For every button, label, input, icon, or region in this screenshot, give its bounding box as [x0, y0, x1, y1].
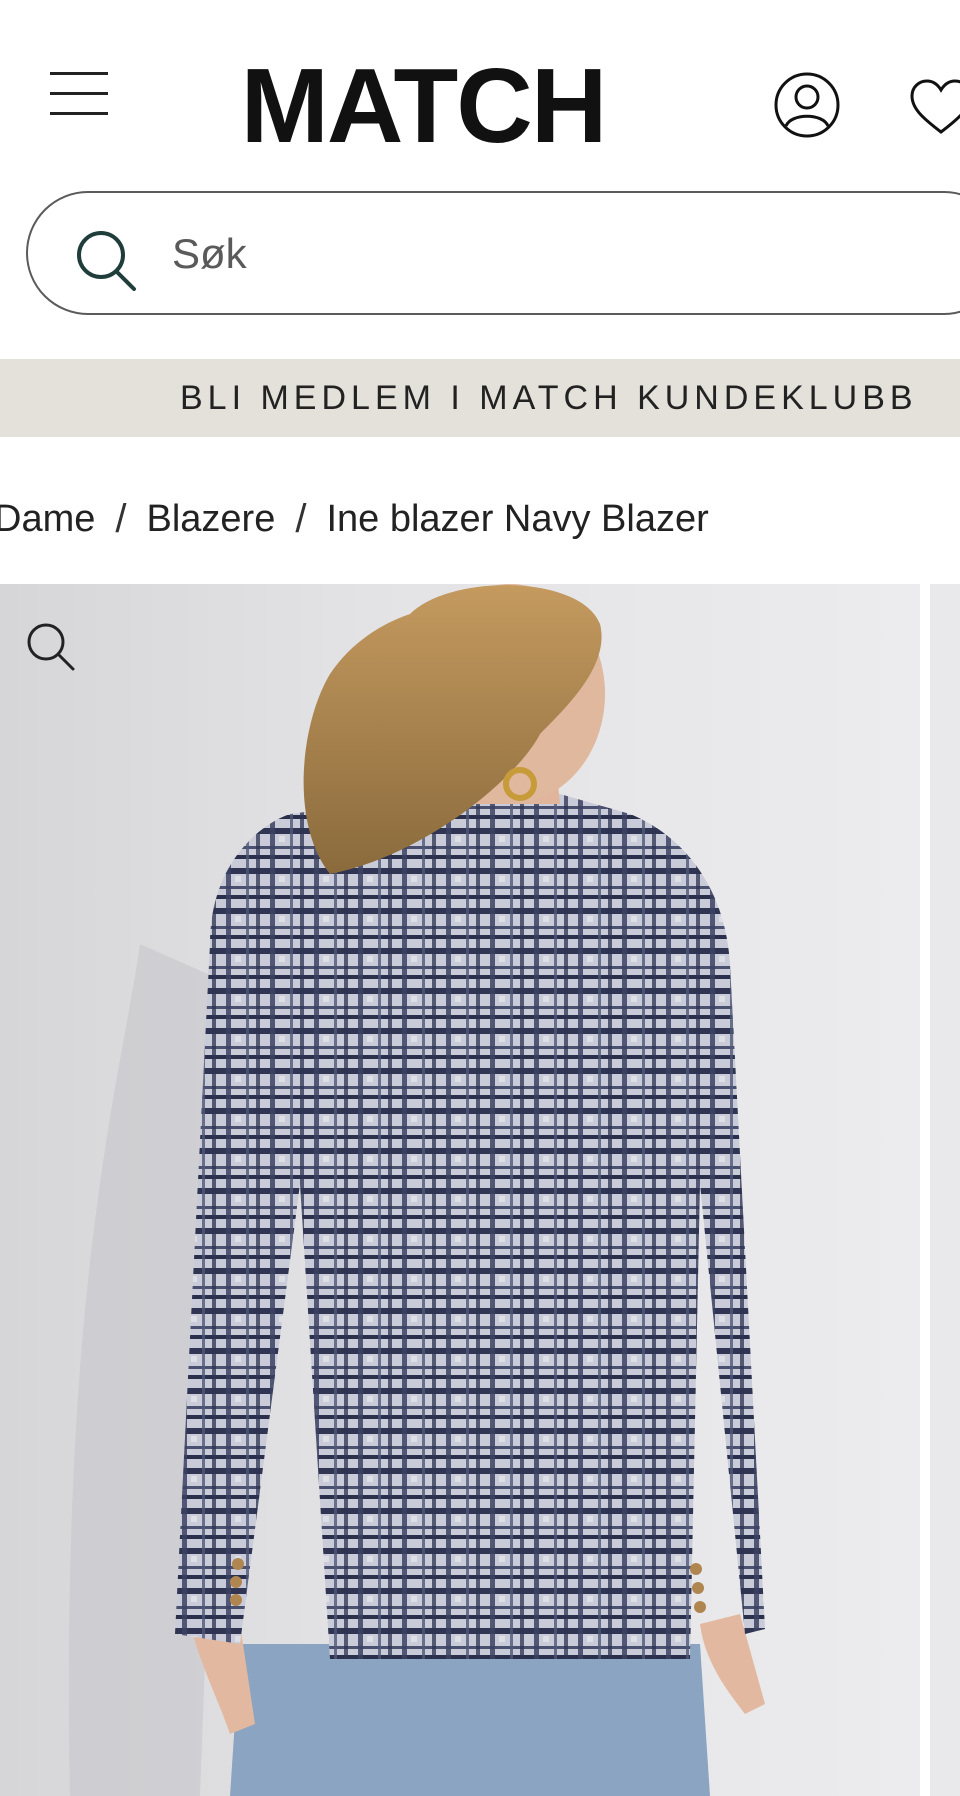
top-status-strip — [0, 0, 960, 12]
product-photo — [68, 584, 765, 1796]
search-icon[interactable] — [70, 225, 142, 297]
product-image-gallery[interactable] — [0, 584, 960, 1796]
hamburger-menu-icon[interactable] — [44, 68, 112, 122]
breadcrumb-separator: / — [295, 496, 307, 541]
breadcrumb-separator: / — [115, 496, 127, 541]
breadcrumb: Dame / Blazere / Ine blazer Navy Blazer — [0, 494, 709, 544]
breadcrumb-item-blazere[interactable]: Blazere — [147, 498, 276, 541]
next-product-image-preview[interactable] — [930, 584, 960, 1796]
breadcrumb-item-dame[interactable]: Dame — [0, 498, 95, 541]
membership-promo-banner[interactable]: BLI MEDLEM I MATCH KUNDEKLUBB — [0, 359, 960, 437]
zoom-icon[interactable] — [22, 618, 78, 674]
search-bar[interactable] — [26, 191, 960, 315]
promo-text[interactable]: BLI MEDLEM I MATCH KUNDEKLUBB — [180, 379, 918, 418]
site-header: MATCH — [0, 30, 960, 180]
heart-icon[interactable] — [906, 74, 960, 144]
account-icon[interactable] — [772, 70, 842, 140]
product-image[interactable] — [0, 584, 920, 1796]
svg-text:MATCH: MATCH — [241, 54, 606, 154]
brand-logo[interactable]: MATCH — [208, 47, 638, 165]
breadcrumb-current: Ine blazer Navy Blazer — [326, 497, 709, 540]
search-input[interactable] — [172, 223, 872, 285]
